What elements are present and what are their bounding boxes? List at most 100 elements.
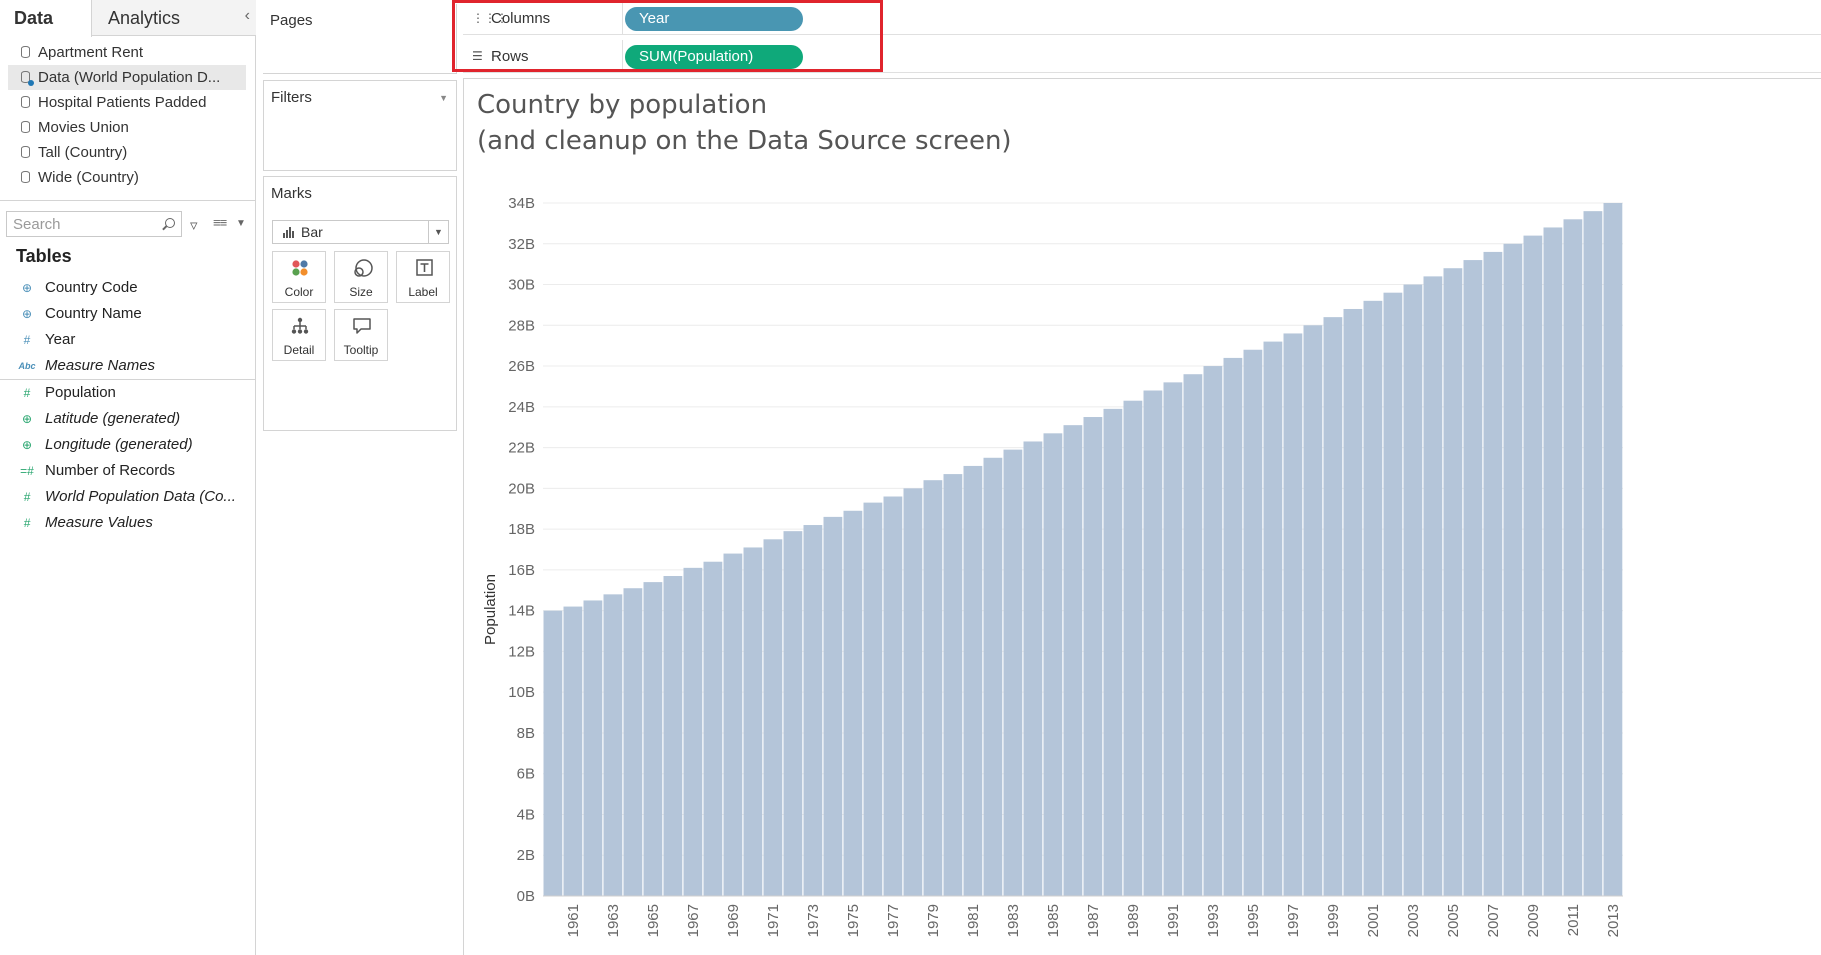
highlight-annotation-box (452, 0, 883, 72)
bar-2005[interactable] (1443, 268, 1463, 896)
bar-2003[interactable] (1403, 284, 1423, 896)
chevron-down-icon[interactable]: ▼ (428, 221, 448, 243)
field-longitude[interactable]: ⊕ Longitude (generated) (0, 432, 255, 458)
field-number-of-records[interactable]: =# Number of Records (0, 458, 255, 484)
bar-2010[interactable] (1543, 227, 1563, 896)
hash-icon: # (23, 386, 31, 400)
detail-button-label: Detail (283, 343, 315, 357)
bar-2004[interactable] (1423, 276, 1443, 896)
bar-1969[interactable] (723, 553, 743, 896)
bar-1999[interactable] (1323, 317, 1343, 896)
field-world-population-count[interactable]: # World Population Data (Co... (0, 484, 255, 510)
tab-data[interactable]: Data (0, 0, 92, 37)
bar-1984[interactable] (1023, 441, 1043, 896)
bar-1985[interactable] (1043, 433, 1063, 896)
field-measure-values[interactable]: # Measure Values (0, 510, 255, 536)
bar-2012[interactable] (1583, 211, 1603, 896)
bar-1996[interactable] (1263, 341, 1283, 897)
globe-icon: ⊕ (21, 307, 33, 321)
bar-1994[interactable] (1223, 357, 1243, 896)
color-button[interactable]: Color (272, 251, 326, 303)
bar-1976[interactable] (863, 502, 883, 896)
bar-2008[interactable] (1503, 243, 1523, 896)
bar-1974[interactable] (823, 516, 843, 896)
bar-1992[interactable] (1183, 374, 1203, 896)
chevron-down-icon[interactable]: ▼ (439, 93, 448, 103)
bar-2006[interactable] (1463, 260, 1483, 897)
data-source-item[interactable]: Hospital Patients Padded (8, 90, 246, 115)
bar-1971[interactable] (763, 539, 783, 896)
search-icon[interactable] (165, 218, 175, 228)
bar-1986[interactable] (1063, 425, 1083, 896)
bar-2001[interactable] (1363, 300, 1383, 896)
bar-1965[interactable] (643, 582, 663, 896)
bar-1990[interactable] (1143, 390, 1163, 896)
bar-1967[interactable] (683, 567, 703, 896)
bar-1991[interactable] (1163, 382, 1183, 896)
tab-analytics[interactable]: Analytics (94, 0, 234, 36)
bar-1993[interactable] (1203, 366, 1223, 896)
label-button[interactable]: Label (396, 251, 450, 303)
field-measure-names[interactable]: Abc Measure Names (0, 353, 255, 379)
mark-type-select[interactable]: Bar ▼ (272, 220, 449, 244)
bar-1980[interactable] (943, 474, 963, 896)
bar-1979[interactable] (923, 480, 943, 896)
filter-icon[interactable]: ▿ (190, 216, 198, 234)
bar-1975[interactable] (843, 510, 863, 896)
field-year[interactable]: # Year (0, 327, 255, 353)
bar-1968[interactable] (703, 561, 723, 896)
bar-1982[interactable] (983, 457, 1003, 896)
bar-1983[interactable] (1003, 449, 1023, 896)
bar-1964[interactable] (623, 588, 643, 896)
search-input[interactable] (7, 212, 157, 236)
pages-card[interactable]: Pages (263, 4, 457, 74)
bar-2007[interactable] (1483, 251, 1503, 896)
chevron-down-icon[interactable]: ▼ (236, 218, 246, 229)
bar-1966[interactable] (663, 575, 683, 896)
bar-1970[interactable] (743, 547, 763, 896)
y-axis-label: Population (482, 574, 499, 645)
bar-1995[interactable] (1243, 349, 1263, 896)
bar-1981[interactable] (963, 465, 983, 896)
y-tick-label: 16B (508, 562, 535, 579)
x-tick-label: 2007 (1485, 904, 1502, 937)
tooltip-button[interactable]: Tooltip (334, 309, 388, 361)
bar-2011[interactable] (1563, 219, 1583, 896)
view-options-icon[interactable]: ≡≡ (213, 215, 227, 230)
collapse-pane-icon[interactable]: ‹ (245, 7, 250, 25)
bar-1987[interactable] (1083, 417, 1103, 896)
bar-1972[interactable] (783, 531, 803, 896)
data-source-item[interactable]: Movies Union (8, 115, 246, 140)
field-population[interactable]: # Population (0, 380, 255, 406)
data-source-label: Data (World Population D... (38, 69, 221, 86)
bar-1997[interactable] (1283, 333, 1303, 897)
data-source-item[interactable]: Tall (Country) (8, 140, 246, 165)
bar-1989[interactable] (1123, 400, 1143, 896)
detail-button[interactable]: Detail (272, 309, 326, 361)
globe-icon: ⊕ (21, 281, 33, 295)
field-country-name[interactable]: ⊕ Country Name (0, 301, 255, 327)
bar-2009[interactable] (1523, 235, 1543, 896)
size-button[interactable]: Size (334, 251, 388, 303)
bar-1961[interactable] (563, 606, 583, 896)
bar-1978[interactable] (903, 488, 923, 896)
bar-2000[interactable] (1343, 308, 1363, 896)
bar-1963[interactable] (603, 594, 623, 896)
bar-2013[interactable] (1603, 203, 1623, 896)
bar-1977[interactable] (883, 496, 903, 896)
filters-card[interactable]: Filters ▼ (263, 80, 457, 171)
bar-1962[interactable] (583, 600, 603, 896)
field-latitude[interactable]: ⊕ Latitude (generated) (0, 406, 255, 432)
bar-1973[interactable] (803, 525, 823, 896)
field-label: Country Name (45, 305, 142, 322)
data-source-item[interactable]: Wide (Country) (8, 165, 246, 190)
data-source-item[interactable]: Apartment Rent (8, 40, 246, 65)
bar-1988[interactable] (1103, 408, 1123, 896)
x-tick-label: 1997 (1285, 904, 1302, 937)
field-country-code[interactable]: ⊕ Country Code (0, 275, 255, 301)
data-source-item-selected[interactable]: Data (World Population D... (8, 65, 246, 90)
bar-1960[interactable] (543, 610, 563, 896)
bar-1998[interactable] (1303, 325, 1323, 896)
x-tick-label: 2003 (1405, 904, 1422, 937)
bar-2002[interactable] (1383, 292, 1403, 896)
